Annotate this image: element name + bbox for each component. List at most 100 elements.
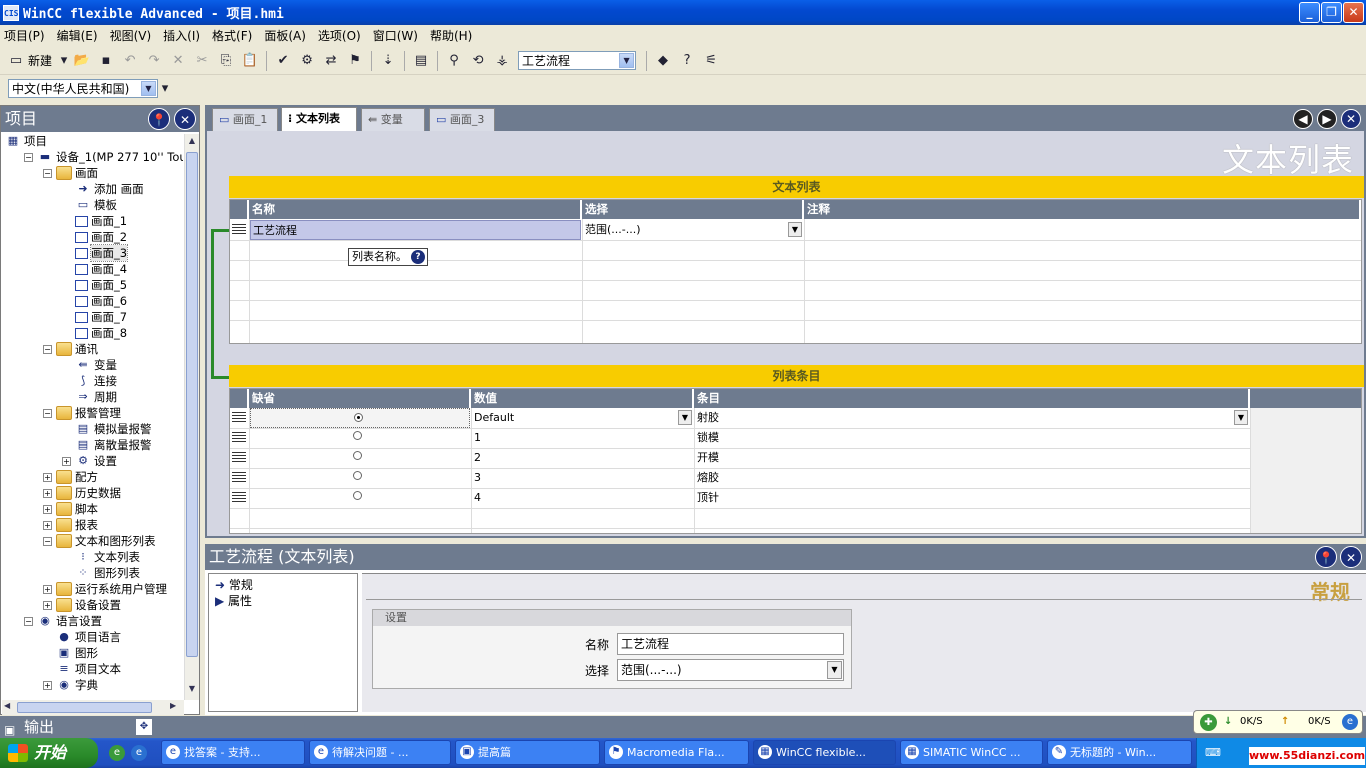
default-cell[interactable] — [250, 448, 470, 468]
scroll-left-icon[interactable]: ◀ — [4, 701, 10, 710]
close-panel-icon[interactable]: ✕ — [1340, 546, 1362, 568]
tree-item[interactable]: 画面_8 — [62, 325, 127, 341]
menu-view[interactable]: 视图(V) — [110, 27, 152, 44]
name-field[interactable]: 工艺流程 — [617, 633, 844, 655]
tree-item[interactable]: + 配方 — [43, 469, 98, 485]
toolbar-options-icon[interactable]: ▾ — [160, 79, 170, 99]
ie-icon[interactable]: e — [1342, 714, 1358, 730]
collapse-icon[interactable]: − — [43, 168, 52, 178]
chevron-down-icon[interactable]: ▼ — [788, 222, 802, 237]
chevron-down-icon[interactable]: ▼ — [141, 81, 156, 96]
scroll-thumb[interactable] — [186, 152, 198, 657]
tree-item[interactable]: − 报警管理 — [43, 405, 121, 421]
pin-icon[interactable]: 📍 — [148, 108, 170, 130]
check-icon[interactable]: ✔ — [273, 51, 293, 71]
collapse-icon[interactable]: − — [43, 344, 52, 354]
object-combo[interactable]: 工艺流程 ▼ — [518, 51, 637, 70]
copy-icon[interactable]: ⎘ — [216, 51, 236, 71]
find-icon[interactable]: ⚲ — [444, 51, 464, 71]
expand-icon[interactable]: + — [62, 456, 71, 466]
expand-icon[interactable]: + — [43, 600, 52, 610]
tab-textlist[interactable]: ⁝ 文本列表 — [281, 107, 357, 132]
textlist-selection-cell[interactable]: 范围(...-...) ▼ — [583, 220, 803, 240]
textlist-name-cell[interactable]: 工艺流程 — [250, 220, 581, 240]
table-row[interactable]: Default ▼ 射胶 ▼ — [230, 408, 1361, 428]
row-marker[interactable] — [232, 452, 246, 464]
close-editor-icon[interactable]: ✕ — [1341, 109, 1361, 129]
save-icon[interactable]: ▪ — [96, 51, 116, 71]
tree-item[interactable]: + ◉ 字典 — [43, 677, 98, 693]
close-panel-icon[interactable]: ✕ — [174, 108, 196, 130]
tree-vertical-scrollbar[interactable]: ▲ ▼ — [184, 134, 199, 700]
tree-item[interactable]: 画面_3 — [62, 244, 129, 262]
taskbar-task[interactable]: ⚑ Macromedia Fla... — [604, 740, 749, 765]
compile-icon[interactable]: ⚙ — [297, 51, 317, 71]
textlist-comment-cell[interactable] — [805, 220, 1360, 240]
tree-item[interactable]: ▦ 项目 — [5, 133, 47, 149]
tree-item[interactable]: 画面_6 — [62, 293, 127, 309]
tree-item[interactable]: + 历史数据 — [43, 485, 121, 501]
entry-cell[interactable]: 射胶 ▼ — [695, 408, 1249, 428]
col-selection[interactable]: 选择 — [582, 200, 804, 219]
network-icon[interactable]: ✚ — [1200, 714, 1217, 731]
tree-item[interactable]: − ◉ 语言设置 — [24, 613, 102, 629]
tree-item[interactable]: ≡ 项目文本 — [43, 661, 121, 677]
default-radio[interactable] — [353, 471, 362, 480]
undo-icon[interactable]: ↶ — [120, 51, 140, 71]
tab-prev-icon[interactable]: ◀ — [1293, 109, 1313, 129]
tab-screen-1[interactable]: ▭ 画面_1 — [212, 108, 278, 131]
taskbar-task[interactable]: e 找答案 - 支持... — [161, 740, 305, 765]
tree-item[interactable]: 画面_2 — [62, 229, 127, 245]
expand-icon[interactable]: + — [43, 472, 52, 482]
tab-tags[interactable]: ⇚ 变量 — [361, 108, 425, 131]
help-icon[interactable]: ? — [677, 51, 697, 71]
taskbar-task[interactable]: ▣ 提高篇 — [455, 740, 600, 765]
help-icon[interactable]: ? — [411, 250, 425, 264]
entry-cell[interactable]: 熔胶 — [695, 468, 1249, 488]
scroll-thumb[interactable] — [17, 702, 152, 713]
scroll-up-icon[interactable]: ▲ — [186, 136, 198, 148]
replace-icon[interactable]: ⟲ — [468, 51, 488, 71]
language-combo[interactable]: 中文(中华人民共和国) ▼ — [8, 79, 158, 98]
entry-cell[interactable]: 锁模 — [695, 428, 1249, 448]
expand-icon[interactable]: + — [43, 680, 52, 690]
default-radio[interactable] — [353, 431, 362, 440]
expand-icon[interactable]: + — [43, 584, 52, 594]
col-name[interactable]: 名称 — [249, 200, 582, 219]
table-row[interactable]: 3 熔胶 — [230, 468, 1361, 488]
default-cell[interactable] — [250, 428, 470, 448]
default-radio[interactable] — [353, 451, 362, 460]
collapse-icon[interactable]: − — [43, 408, 52, 418]
tree-item[interactable]: ● 项目语言 — [43, 629, 121, 645]
tree-item[interactable]: ⇒ 周期 — [62, 389, 117, 405]
entry-cell[interactable]: 顶针 — [695, 488, 1249, 508]
cross-ref-icon[interactable]: ⚶ — [492, 51, 512, 71]
minimize-button[interactable]: _ — [1299, 2, 1320, 23]
value-cell[interactable]: 3 — [472, 468, 693, 488]
menu-window[interactable]: 窗口(W) — [373, 27, 418, 44]
table-row[interactable]: 1 锁模 — [230, 428, 1361, 448]
tree-item[interactable]: 画面_5 — [62, 277, 127, 293]
tree-item[interactable]: + ⚙ 设置 — [62, 453, 117, 469]
context-help-icon[interactable]: ⚟ — [701, 51, 721, 71]
tree-item[interactable]: + 脚本 — [43, 501, 98, 517]
tree-item[interactable]: ⁘ 图形列表 — [62, 565, 140, 581]
menu-project[interactable]: 项目(P) — [4, 27, 45, 44]
menu-format[interactable]: 格式(F) — [212, 27, 252, 44]
tree-item[interactable]: − 文本和图形列表 — [43, 533, 156, 549]
menu-faceplate[interactable]: 面板(A) — [264, 27, 306, 44]
taskbar-task[interactable]: ▦ WinCC flexible... — [753, 740, 896, 765]
cut-icon[interactable]: ✂ — [192, 51, 212, 71]
nav-properties[interactable]: ▶ 属性 — [215, 592, 252, 609]
value-cell[interactable]: Default ▼ — [472, 408, 693, 428]
chevron-down-icon[interactable]: ▼ — [619, 53, 635, 68]
col-comment[interactable]: 注释 — [804, 200, 1361, 219]
nav-general[interactable]: ➜ 常规 — [215, 576, 253, 593]
default-cell[interactable] — [250, 488, 470, 508]
value-cell[interactable]: 4 — [472, 488, 693, 508]
keyboard-icon[interactable]: ⌨ — [1205, 746, 1221, 759]
menu-options[interactable]: 选项(O) — [318, 27, 361, 44]
scroll-down-icon[interactable]: ▼ — [186, 684, 198, 696]
delete-icon[interactable]: ✕ — [168, 51, 188, 71]
new-dropdown-icon[interactable]: ▾ — [60, 51, 68, 71]
